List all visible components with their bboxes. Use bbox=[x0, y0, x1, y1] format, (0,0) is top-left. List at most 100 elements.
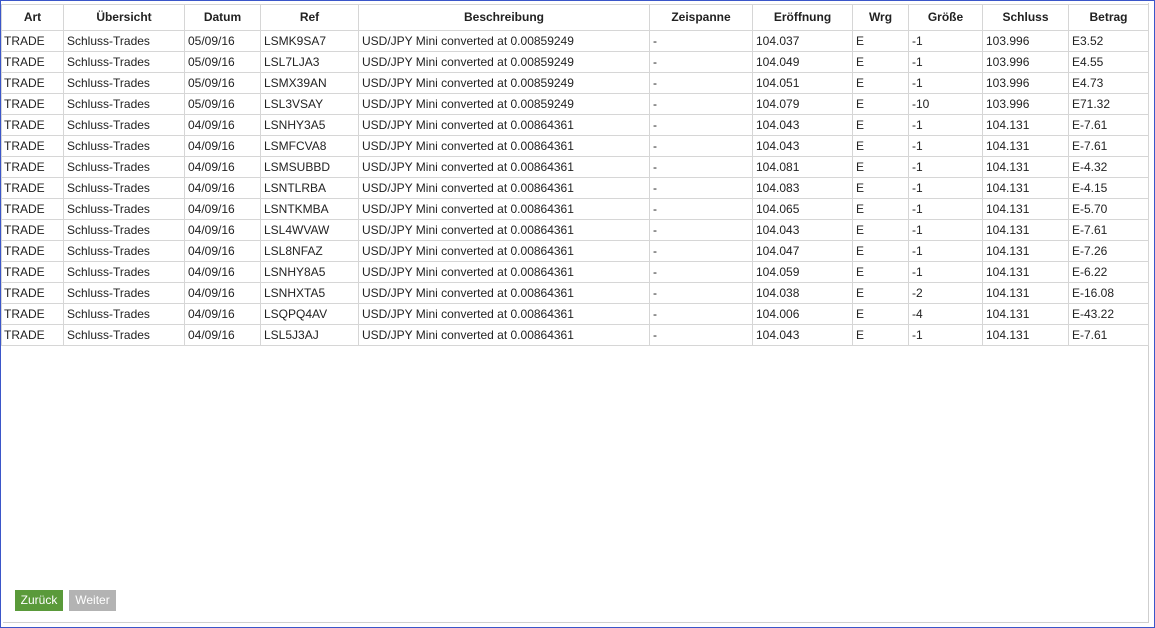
cell-zeispanne: - bbox=[649, 261, 753, 283]
cell-datum: 05/09/16 bbox=[184, 51, 261, 73]
table-row: TRADE Schluss-Trades 04/09/16 LSL5J3AJ USD/J… bbox=[1, 324, 1149, 346]
cell-ref: LSNTLRBA bbox=[260, 177, 359, 199]
cell-uebersicht: Schluss-Trades bbox=[63, 240, 185, 262]
cell-uebersicht: Schluss-Trades bbox=[63, 303, 185, 325]
cell-groesse: -1 bbox=[908, 51, 983, 73]
cell-betrag: E-43.22 bbox=[1068, 303, 1149, 325]
cell-zeispanne: - bbox=[649, 156, 753, 178]
cell-ref: LSL5J3AJ bbox=[260, 324, 359, 346]
cell-schluss: 104.131 bbox=[982, 177, 1069, 199]
cell-groesse: -2 bbox=[908, 282, 983, 304]
cell-art: TRADE bbox=[1, 51, 64, 73]
cell-ref: LSNHXTA5 bbox=[260, 282, 359, 304]
cell-datum: 04/09/16 bbox=[184, 261, 261, 283]
cell-eroeffnung: 104.043 bbox=[752, 135, 853, 157]
cell-wrg: E bbox=[852, 282, 909, 304]
column-header-zeispanne: Zeispanne bbox=[649, 4, 753, 31]
cell-groesse: -1 bbox=[908, 219, 983, 241]
cell-eroeffnung: 104.047 bbox=[752, 240, 853, 262]
table-row: TRADE Schluss-Trades 04/09/16 LSNTLRBA USD/J… bbox=[1, 177, 1149, 199]
cell-beschreibung: USD/JPY Mini converted at 0.00864361 bbox=[358, 324, 650, 346]
cell-uebersicht: Schluss-Trades bbox=[63, 30, 185, 52]
cell-ref: LSMSUBBD bbox=[260, 156, 359, 178]
cell-zeispanne: - bbox=[649, 135, 753, 157]
table-row: TRADE Schluss-Trades 04/09/16 LSL4WVAW USD/J… bbox=[1, 219, 1149, 241]
table-row: TRADE Schluss-Trades 04/09/16 LSNTKMBA USD/J… bbox=[1, 198, 1149, 220]
cell-uebersicht: Schluss-Trades bbox=[63, 177, 185, 199]
table-row: TRADE Schluss-Trades 04/09/16 LSNHY8A5 USD/J… bbox=[1, 261, 1149, 283]
cell-groesse: -1 bbox=[908, 72, 983, 94]
cell-betrag: E3.52 bbox=[1068, 30, 1149, 52]
table-row: TRADE Schluss-Trades 04/09/16 LSQPQ4AV USD/J… bbox=[1, 303, 1149, 325]
cell-beschreibung: USD/JPY Mini converted at 0.00864361 bbox=[358, 261, 650, 283]
cell-uebersicht: Schluss-Trades bbox=[63, 72, 185, 94]
cell-eroeffnung: 104.043 bbox=[752, 324, 853, 346]
column-header-eroeffnung: Eröffnung bbox=[752, 4, 853, 31]
cell-uebersicht: Schluss-Trades bbox=[63, 51, 185, 73]
cell-art: TRADE bbox=[1, 240, 64, 262]
cell-ref: LSMFCVA8 bbox=[260, 135, 359, 157]
cell-betrag: E-4.15 bbox=[1068, 177, 1149, 199]
cell-betrag: E-5.70 bbox=[1068, 198, 1149, 220]
cell-eroeffnung: 104.043 bbox=[752, 219, 853, 241]
cell-beschreibung: USD/JPY Mini converted at 0.00864361 bbox=[358, 282, 650, 304]
column-header-betrag: Betrag bbox=[1068, 4, 1149, 31]
cell-datum: 04/09/16 bbox=[184, 156, 261, 178]
cell-art: TRADE bbox=[1, 261, 64, 283]
cell-schluss: 104.131 bbox=[982, 324, 1069, 346]
cell-schluss: 104.131 bbox=[982, 219, 1069, 241]
cell-ref: LSMX39AN bbox=[260, 72, 359, 94]
cell-beschreibung: USD/JPY Mini converted at 0.00864361 bbox=[358, 198, 650, 220]
cell-uebersicht: Schluss-Trades bbox=[63, 156, 185, 178]
table-row: TRADE Schluss-Trades 04/09/16 LSL8NFAZ USD/J… bbox=[1, 240, 1149, 262]
cell-betrag: E4.73 bbox=[1068, 72, 1149, 94]
cell-datum: 04/09/16 bbox=[184, 135, 261, 157]
cell-groesse: -10 bbox=[908, 93, 983, 115]
cell-zeispanne: - bbox=[649, 72, 753, 94]
cell-wrg: E bbox=[852, 114, 909, 136]
cell-ref: LSL7LJA3 bbox=[260, 51, 359, 73]
cell-wrg: E bbox=[852, 51, 909, 73]
cell-zeispanne: - bbox=[649, 324, 753, 346]
cell-betrag: E71.32 bbox=[1068, 93, 1149, 115]
cell-datum: 05/09/16 bbox=[184, 72, 261, 94]
table-header-row: Art Übersicht Datum Ref Beschreibung Zei… bbox=[1, 4, 1149, 31]
cell-ref: LSNTKMBA bbox=[260, 198, 359, 220]
table-body: TRADE Schluss-Trades 05/09/16 LSMK9SA7 USD/J… bbox=[1, 30, 1149, 346]
cell-wrg: E bbox=[852, 198, 909, 220]
cell-betrag: E-7.26 bbox=[1068, 240, 1149, 262]
cell-wrg: E bbox=[852, 177, 909, 199]
column-header-ref: Ref bbox=[260, 4, 359, 31]
cell-uebersicht: Schluss-Trades bbox=[63, 324, 185, 346]
cell-ref: LSL4WVAW bbox=[260, 219, 359, 241]
cell-zeispanne: - bbox=[649, 240, 753, 262]
cell-schluss: 104.131 bbox=[982, 156, 1069, 178]
cell-betrag: E-6.22 bbox=[1068, 261, 1149, 283]
cell-groesse: -1 bbox=[908, 30, 983, 52]
table-row: TRADE Schluss-Trades 04/09/16 LSMFCVA8 USD/J… bbox=[1, 135, 1149, 157]
cell-art: TRADE bbox=[1, 324, 64, 346]
cell-art: TRADE bbox=[1, 177, 64, 199]
cell-wrg: E bbox=[852, 156, 909, 178]
back-button[interactable]: Zurück bbox=[15, 590, 63, 611]
cell-datum: 04/09/16 bbox=[184, 114, 261, 136]
cell-datum: 04/09/16 bbox=[184, 282, 261, 304]
cell-betrag: E-7.61 bbox=[1068, 114, 1149, 136]
cell-uebersicht: Schluss-Trades bbox=[63, 135, 185, 157]
cell-eroeffnung: 104.079 bbox=[752, 93, 853, 115]
cell-wrg: E bbox=[852, 219, 909, 241]
cell-datum: 04/09/16 bbox=[184, 324, 261, 346]
cell-wrg: E bbox=[852, 240, 909, 262]
cell-zeispanne: - bbox=[649, 219, 753, 241]
cell-schluss: 104.131 bbox=[982, 240, 1069, 262]
cell-schluss: 104.131 bbox=[982, 198, 1069, 220]
table-row: TRADE Schluss-Trades 05/09/16 LSL7LJA3 USD/J… bbox=[1, 51, 1149, 73]
cell-uebersicht: Schluss-Trades bbox=[63, 282, 185, 304]
cell-art: TRADE bbox=[1, 303, 64, 325]
cell-datum: 04/09/16 bbox=[184, 219, 261, 241]
cell-wrg: E bbox=[852, 30, 909, 52]
next-button[interactable]: Weiter bbox=[69, 590, 116, 611]
column-header-groesse: Größe bbox=[908, 4, 983, 31]
cell-zeispanne: - bbox=[649, 51, 753, 73]
cell-betrag: E-16.08 bbox=[1068, 282, 1149, 304]
